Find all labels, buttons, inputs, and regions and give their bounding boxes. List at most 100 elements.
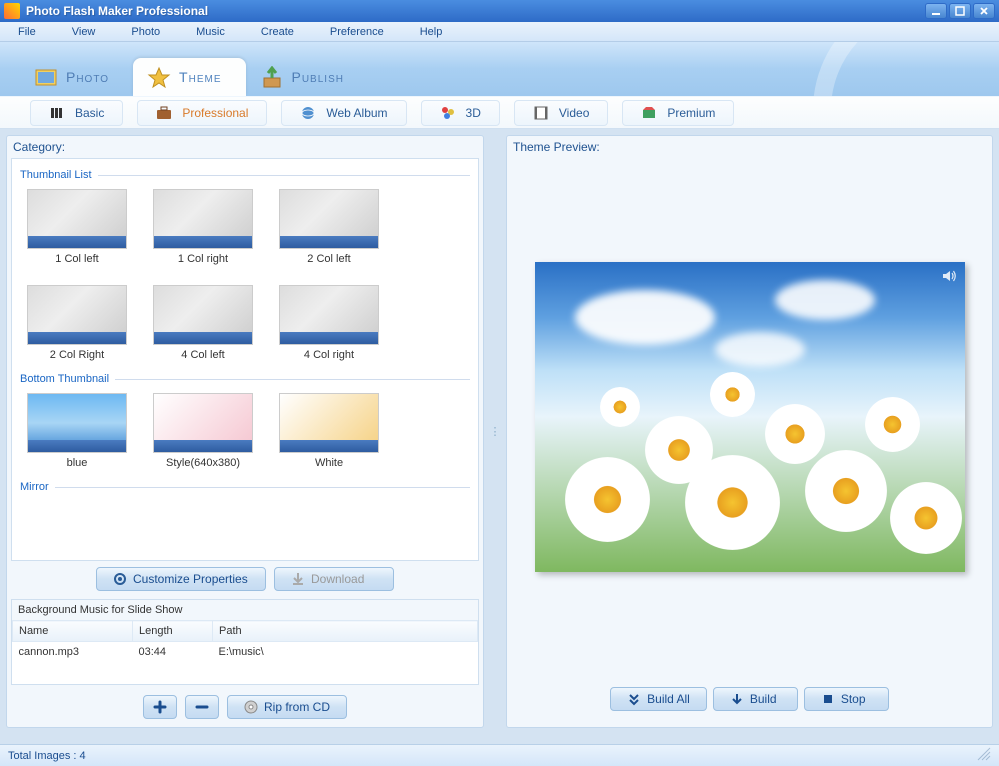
preview-area: [513, 158, 986, 675]
theme-thumb[interactable]: White: [274, 393, 384, 469]
double-down-icon: [627, 692, 641, 706]
music-table: Name Length Path cannon.mp3 03:44 E:\mus…: [12, 620, 478, 684]
menu-file[interactable]: File: [10, 24, 64, 40]
minus-icon: [195, 700, 209, 714]
menu-photo[interactable]: Photo: [123, 24, 188, 40]
stop-icon: [821, 692, 835, 706]
remove-music-button[interactable]: [185, 695, 219, 719]
build-all-button[interactable]: Build All: [610, 687, 707, 711]
basic-icon: [49, 105, 65, 121]
sound-icon[interactable]: [941, 268, 957, 284]
tab-label: Photo: [66, 69, 109, 85]
menubar: File View Photo Music Create Preference …: [0, 22, 999, 42]
app-title: Photo Flash Maker Professional: [26, 4, 925, 18]
table-row[interactable]: cannon.mp3 03:44 E:\music\: [13, 642, 478, 663]
sub-premium[interactable]: Premium: [622, 100, 734, 126]
sub-webalbum[interactable]: Web Album: [281, 100, 406, 126]
briefcase-icon: [156, 105, 172, 121]
tab-photo[interactable]: Photo: [20, 58, 133, 96]
theme-thumb[interactable]: 1 Col left: [22, 189, 132, 265]
theme-thumb[interactable]: 4 Col left: [148, 285, 258, 361]
thumb-label: blue: [22, 457, 132, 469]
button-label: Customize Properties: [133, 572, 248, 586]
globe-icon: [300, 105, 316, 121]
col-name[interactable]: Name: [13, 621, 133, 642]
group-mirror: Mirror: [20, 481, 470, 493]
sub-toolbar: Basic Professional Web Album 3D Video Pr…: [0, 97, 999, 129]
resize-grip[interactable]: [977, 747, 991, 764]
titlebar: Photo Flash Maker Professional: [0, 0, 999, 22]
sub-3d[interactable]: 3D: [421, 100, 500, 126]
theme-thumb[interactable]: 2 Col left: [274, 189, 384, 265]
thumb-label: 2 Col left: [274, 253, 384, 265]
cell-path: E:\music\: [213, 642, 478, 663]
menu-create[interactable]: Create: [253, 24, 322, 40]
statusbar: Total Images : 4: [0, 744, 999, 766]
gear-icon: [113, 572, 127, 586]
category-label: Category:: [7, 136, 483, 158]
thumb-label: Style(640x380): [148, 457, 258, 469]
button-label: Build All: [647, 692, 690, 706]
sub-video[interactable]: Video: [514, 100, 608, 126]
category-area[interactable]: Thumbnail List 1 Col left 1 Col right 2 …: [11, 158, 479, 561]
tab-label: Publish: [292, 69, 344, 85]
stop-button[interactable]: Stop: [804, 687, 889, 711]
menu-help[interactable]: Help: [412, 24, 471, 40]
thumb-label: White: [274, 457, 384, 469]
splitter[interactable]: ⋮: [492, 135, 498, 728]
preview-panel: Theme Preview: Build All Build: [506, 135, 993, 728]
build-button[interactable]: Build: [713, 687, 798, 711]
minimize-button[interactable]: [925, 3, 947, 19]
menu-preference[interactable]: Preference: [322, 24, 412, 40]
download-icon: [291, 572, 305, 586]
tab-publish[interactable]: Publish: [246, 58, 368, 96]
close-button[interactable]: [973, 3, 995, 19]
sub-label: Web Album: [326, 106, 387, 120]
group-thumbnail-list: Thumbnail List: [20, 169, 470, 181]
theme-icon: [147, 66, 171, 88]
customize-properties-button[interactable]: Customize Properties: [96, 567, 266, 591]
cell-length: 03:44: [133, 642, 213, 663]
add-music-button[interactable]: [143, 695, 177, 719]
down-icon: [730, 692, 744, 706]
balls-icon: [440, 105, 456, 121]
photo-icon: [34, 66, 58, 88]
theme-thumb[interactable]: 4 Col right: [274, 285, 384, 361]
tab-label: Theme: [179, 69, 221, 85]
col-path[interactable]: Path: [213, 621, 478, 642]
menu-view[interactable]: View: [64, 24, 124, 40]
col-length[interactable]: Length: [133, 621, 213, 642]
app-icon: [4, 3, 20, 19]
music-box: Background Music for Slide Show Name Len…: [11, 599, 479, 685]
preview-frame: [535, 262, 965, 572]
theme-thumb[interactable]: Style(640x380): [148, 393, 258, 469]
film-icon: [533, 105, 549, 121]
thumb-label: 2 Col Right: [22, 349, 132, 361]
preview-image: [535, 262, 965, 572]
download-button[interactable]: Download: [274, 567, 394, 591]
publish-icon: [260, 66, 284, 88]
music-box-title: Background Music for Slide Show: [12, 600, 478, 620]
category-panel: Category: Thumbnail List 1 Col left 1 Co…: [6, 135, 484, 728]
sub-label: Professional: [182, 106, 248, 120]
theme-thumb[interactable]: blue: [22, 393, 132, 469]
thumb-label: 1 Col left: [22, 253, 132, 265]
sub-label: Premium: [667, 106, 715, 120]
cell-name: cannon.mp3: [13, 642, 133, 663]
rip-from-cd-button[interactable]: Rip from CD: [227, 695, 347, 719]
theme-thumb[interactable]: 2 Col Right: [22, 285, 132, 361]
sub-professional[interactable]: Professional: [137, 100, 267, 126]
menu-music[interactable]: Music: [188, 24, 253, 40]
group-bottom-thumbnail: Bottom Thumbnail: [20, 373, 470, 385]
thumb-label: 4 Col left: [148, 349, 258, 361]
sub-basic[interactable]: Basic: [30, 100, 123, 126]
main-tabs: Photo Theme Publish: [0, 42, 999, 97]
maximize-button[interactable]: [949, 3, 971, 19]
button-label: Rip from CD: [264, 700, 330, 714]
tab-theme[interactable]: Theme: [133, 58, 245, 96]
sub-label: Video: [559, 106, 589, 120]
theme-thumb[interactable]: 1 Col right: [148, 189, 258, 265]
button-label: Download: [311, 572, 364, 586]
button-label: Build: [750, 692, 777, 706]
sub-label: 3D: [466, 106, 481, 120]
